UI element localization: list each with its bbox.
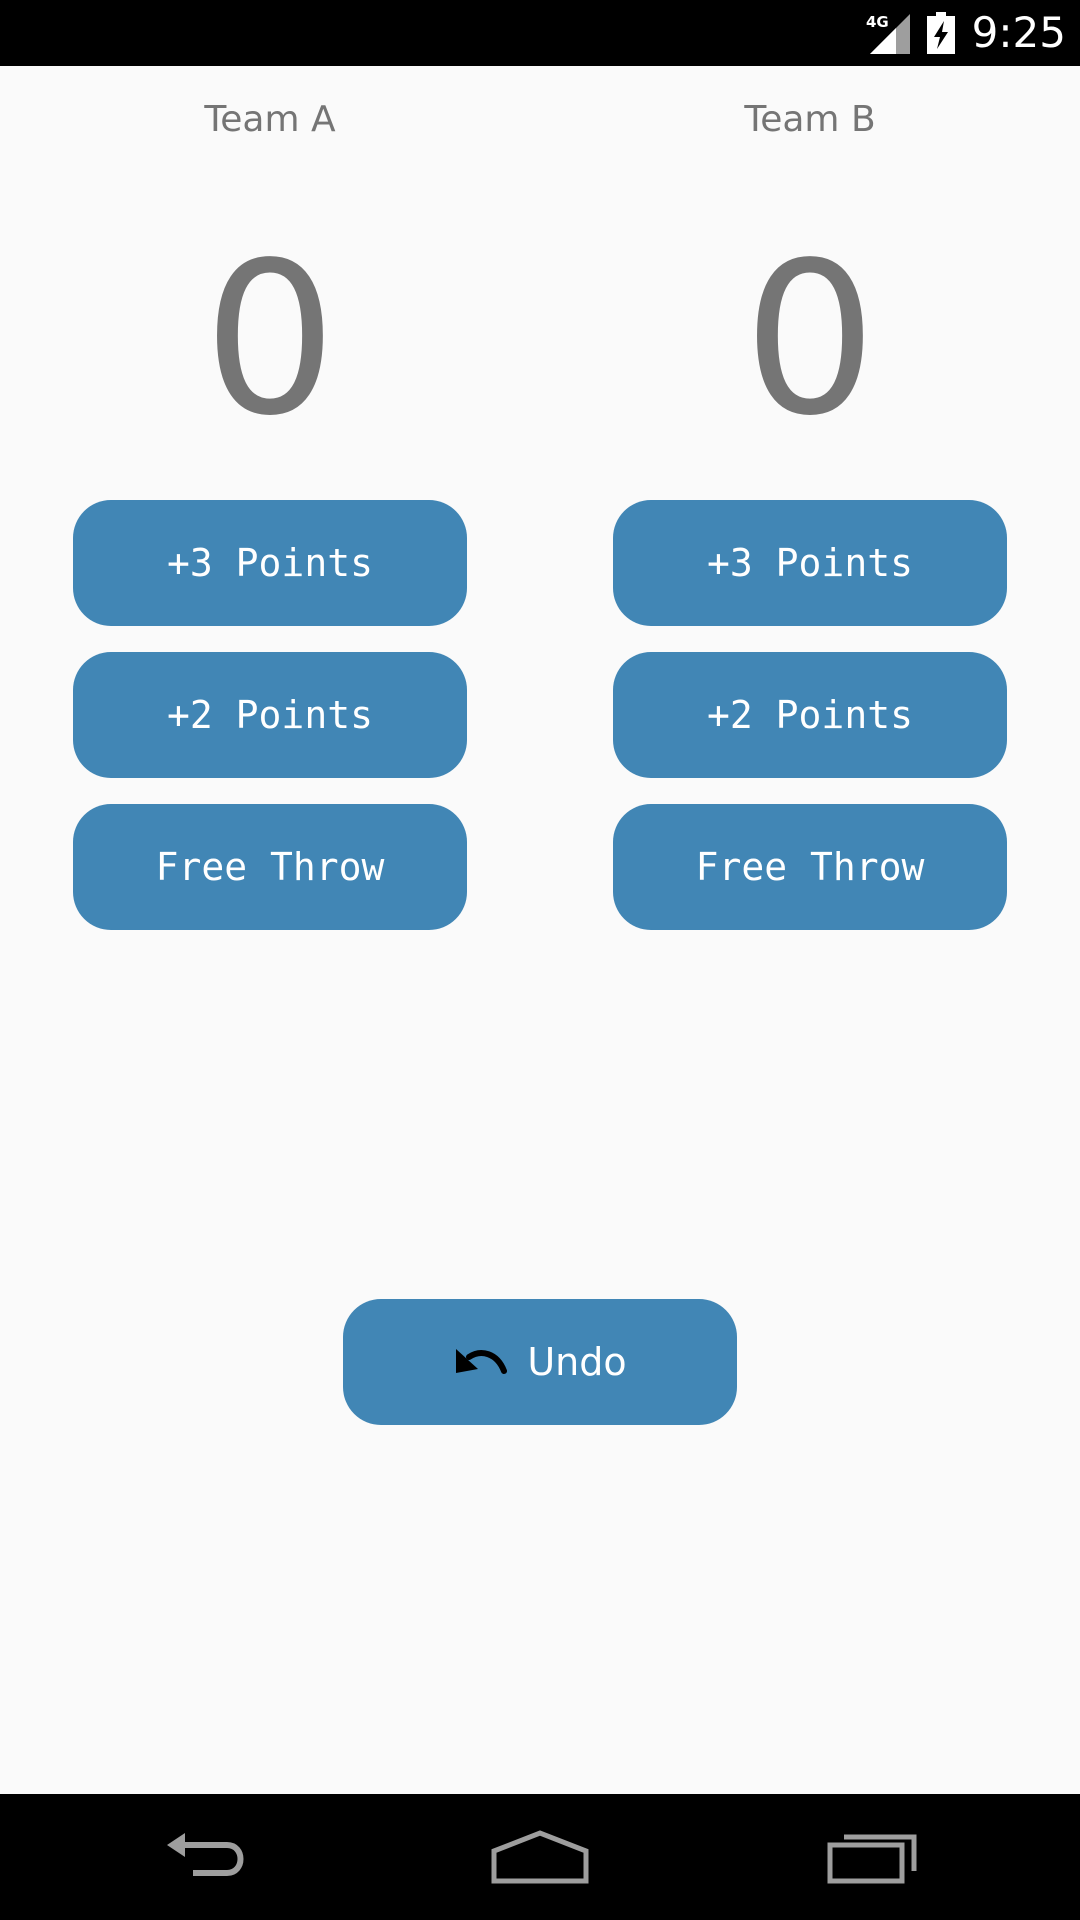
undo-button[interactable]: Undo [343, 1299, 737, 1425]
status-time: 9:25 [971, 8, 1066, 57]
team-b-plus-3-button[interactable]: +3 Points [613, 500, 1007, 626]
undo-label: Undo [527, 1340, 627, 1384]
recents-icon[interactable] [826, 1827, 920, 1887]
signal-icon: 4G [866, 13, 910, 54]
navigation-bar [0, 1794, 1080, 1920]
team-b-free-throw-button[interactable]: Free Throw [613, 804, 1007, 930]
team-a-free-throw-button[interactable]: Free Throw [73, 804, 467, 930]
back-icon[interactable] [163, 1827, 253, 1887]
status-icons: 4G 9:25 [866, 0, 1066, 66]
app-screen: 4G 9:25 Team A 0 +3 Points +2 Points Fre… [0, 0, 1080, 1920]
team-b-plus-2-button[interactable]: +2 Points [613, 652, 1007, 778]
team-b-name: Team B [744, 99, 876, 140]
team-a-plus-3-button[interactable]: +3 Points [73, 500, 467, 626]
home-icon[interactable] [490, 1827, 590, 1887]
team-a-name: Team A [204, 99, 336, 140]
network-type-label: 4G [866, 13, 889, 31]
team-a-score: 0 [203, 217, 337, 462]
team-b-score: 0 [743, 217, 877, 462]
team-a-plus-2-button[interactable]: +2 Points [73, 652, 467, 778]
undo-icon [456, 1349, 508, 1374]
battery-charging-icon [926, 12, 955, 54]
status-bar: 4G 9:25 [0, 0, 1080, 66]
